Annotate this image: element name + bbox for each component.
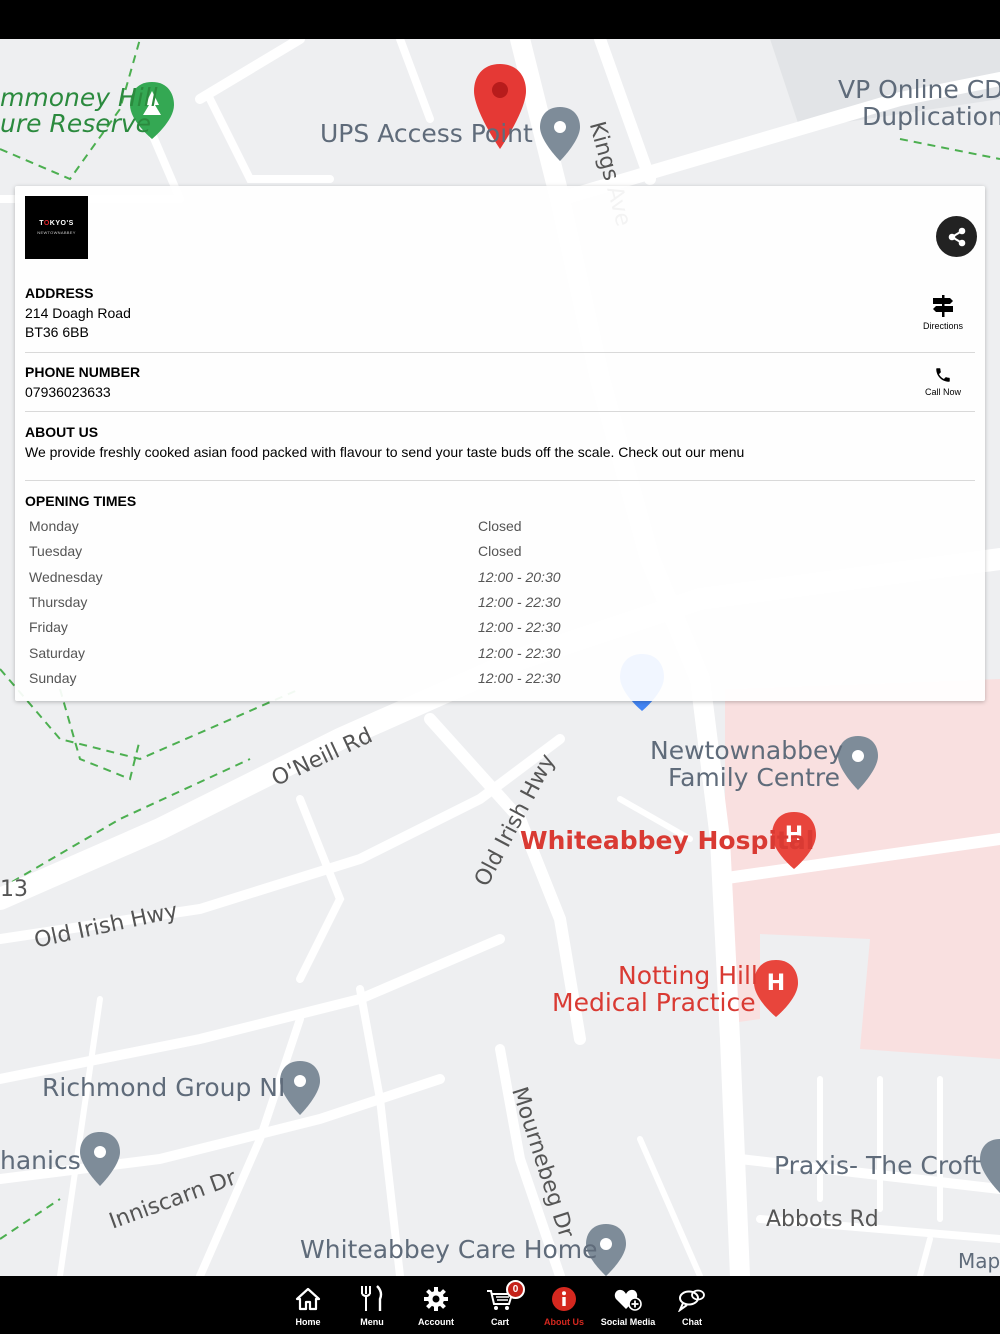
hours-day: Tuesday bbox=[29, 543, 83, 560]
share-button[interactable] bbox=[936, 216, 977, 257]
divider bbox=[25, 352, 975, 353]
tab-account[interactable]: Account bbox=[404, 1276, 468, 1334]
address-title: ADDRESS bbox=[25, 285, 94, 301]
hours-time: 12:00 - 22:30 bbox=[478, 644, 561, 661]
share-icon bbox=[948, 227, 965, 246]
map-label: Family Centre bbox=[668, 763, 840, 792]
map-label: Duplication bbox=[862, 102, 1000, 131]
address-line-1: 214 Doagh Road bbox=[25, 305, 131, 321]
map-label: 13 bbox=[0, 877, 28, 902]
map-label: Abbots Rd bbox=[766, 1207, 879, 1232]
hours-row: Wednesday 12:00 - 20:30 bbox=[29, 569, 969, 594]
tab-cart[interactable]: Cart 0 bbox=[468, 1276, 532, 1334]
hours-day: Friday bbox=[29, 619, 68, 636]
directions-label: Directions bbox=[922, 321, 963, 331]
tab-chat[interactable]: Chat bbox=[660, 1276, 724, 1334]
about-title: ABOUT US bbox=[25, 424, 99, 440]
map-label: Praxis- The Croft bbox=[774, 1151, 982, 1180]
cutlery-icon bbox=[361, 1285, 383, 1311]
hours-day: Thursday bbox=[29, 593, 88, 610]
map-label: UPS Access Point bbox=[320, 119, 533, 148]
tab-about-us[interactable]: About Us bbox=[532, 1276, 596, 1334]
map-label: Richmond Group NI bbox=[42, 1073, 286, 1102]
divider bbox=[25, 480, 975, 481]
svg-text:H: H bbox=[767, 971, 785, 996]
hours-day: Sunday bbox=[29, 669, 77, 686]
map-label: Whiteabbey Care Home bbox=[300, 1235, 598, 1264]
map-label: VP Online CD bbox=[838, 75, 1000, 104]
hours-time: 12:00 - 22:30 bbox=[478, 593, 561, 610]
hours-time: Closed bbox=[478, 543, 522, 560]
hours-row: Sunday 12:00 - 22:30 bbox=[29, 670, 969, 695]
phone-icon bbox=[936, 368, 950, 382]
hours-row: Monday Closed bbox=[29, 518, 969, 543]
map-label: Whiteabbey Hospital bbox=[520, 826, 815, 855]
info-card: TOKYO'S NEWTOWNABBEY ADDRESS 214 Doagh R… bbox=[15, 186, 985, 701]
call-now-button[interactable]: Call Now bbox=[908, 366, 978, 397]
status-bar bbox=[0, 0, 1000, 39]
about-text: We provide freshly cooked asian food pac… bbox=[25, 444, 745, 460]
hours-time: Closed bbox=[478, 518, 522, 534]
heart-plus-icon bbox=[614, 1289, 642, 1311]
tab-menu[interactable]: Menu bbox=[340, 1276, 404, 1334]
hours-day: Saturday bbox=[29, 644, 86, 661]
opening-times-title: OPENING TIMES bbox=[25, 493, 137, 509]
hours-time: 12:00 - 22:30 bbox=[478, 619, 561, 636]
hours-row: Thursday 12:00 - 22:30 bbox=[29, 594, 969, 619]
map-label: Newtownabbey bbox=[650, 736, 844, 765]
divider bbox=[25, 411, 975, 412]
phone-number: 07936023633 bbox=[25, 384, 111, 400]
directions-button[interactable]: Directions bbox=[908, 294, 978, 331]
hours-row: Tuesday Closed bbox=[29, 543, 969, 568]
map-label: Notting Hill bbox=[618, 961, 758, 990]
map-label: Map bbox=[958, 1249, 1000, 1273]
hours-day: Monday bbox=[29, 518, 79, 534]
info-icon bbox=[552, 1287, 576, 1311]
tab-social-media[interactable]: Social Media bbox=[596, 1276, 660, 1334]
call-now-label: Call Now bbox=[924, 387, 961, 397]
restaurant-logo: TOKYO'S NEWTOWNABBEY bbox=[25, 196, 88, 259]
cart-count-badge: 0 bbox=[506, 1280, 525, 1299]
hours-time: 12:00 - 20:30 bbox=[478, 568, 561, 585]
phone-title: PHONE NUMBER bbox=[25, 364, 141, 380]
map-label: hanics bbox=[0, 1146, 81, 1175]
hours-row: Friday 12:00 - 22:30 bbox=[29, 619, 969, 644]
bottom-tab-bar: Home Menu Account Cart 0 About Us Social… bbox=[0, 1276, 1000, 1334]
chat-icon bbox=[678, 1289, 705, 1312]
hours-day: Wednesday bbox=[29, 568, 103, 585]
hours-row: Saturday 12:00 - 22:30 bbox=[29, 645, 969, 670]
hours-time: 12:00 - 22:30 bbox=[478, 669, 561, 686]
address-line-2: BT36 6BB bbox=[25, 324, 89, 340]
map-label: mmoney Hill bbox=[0, 83, 158, 112]
map-label: Medical Practice bbox=[552, 988, 756, 1017]
home-icon bbox=[295, 1287, 321, 1311]
map-label: ure Reserve bbox=[0, 109, 152, 138]
gear-icon bbox=[424, 1287, 448, 1311]
tab-home[interactable]: Home bbox=[276, 1276, 340, 1334]
signpost-icon bbox=[933, 295, 953, 317]
